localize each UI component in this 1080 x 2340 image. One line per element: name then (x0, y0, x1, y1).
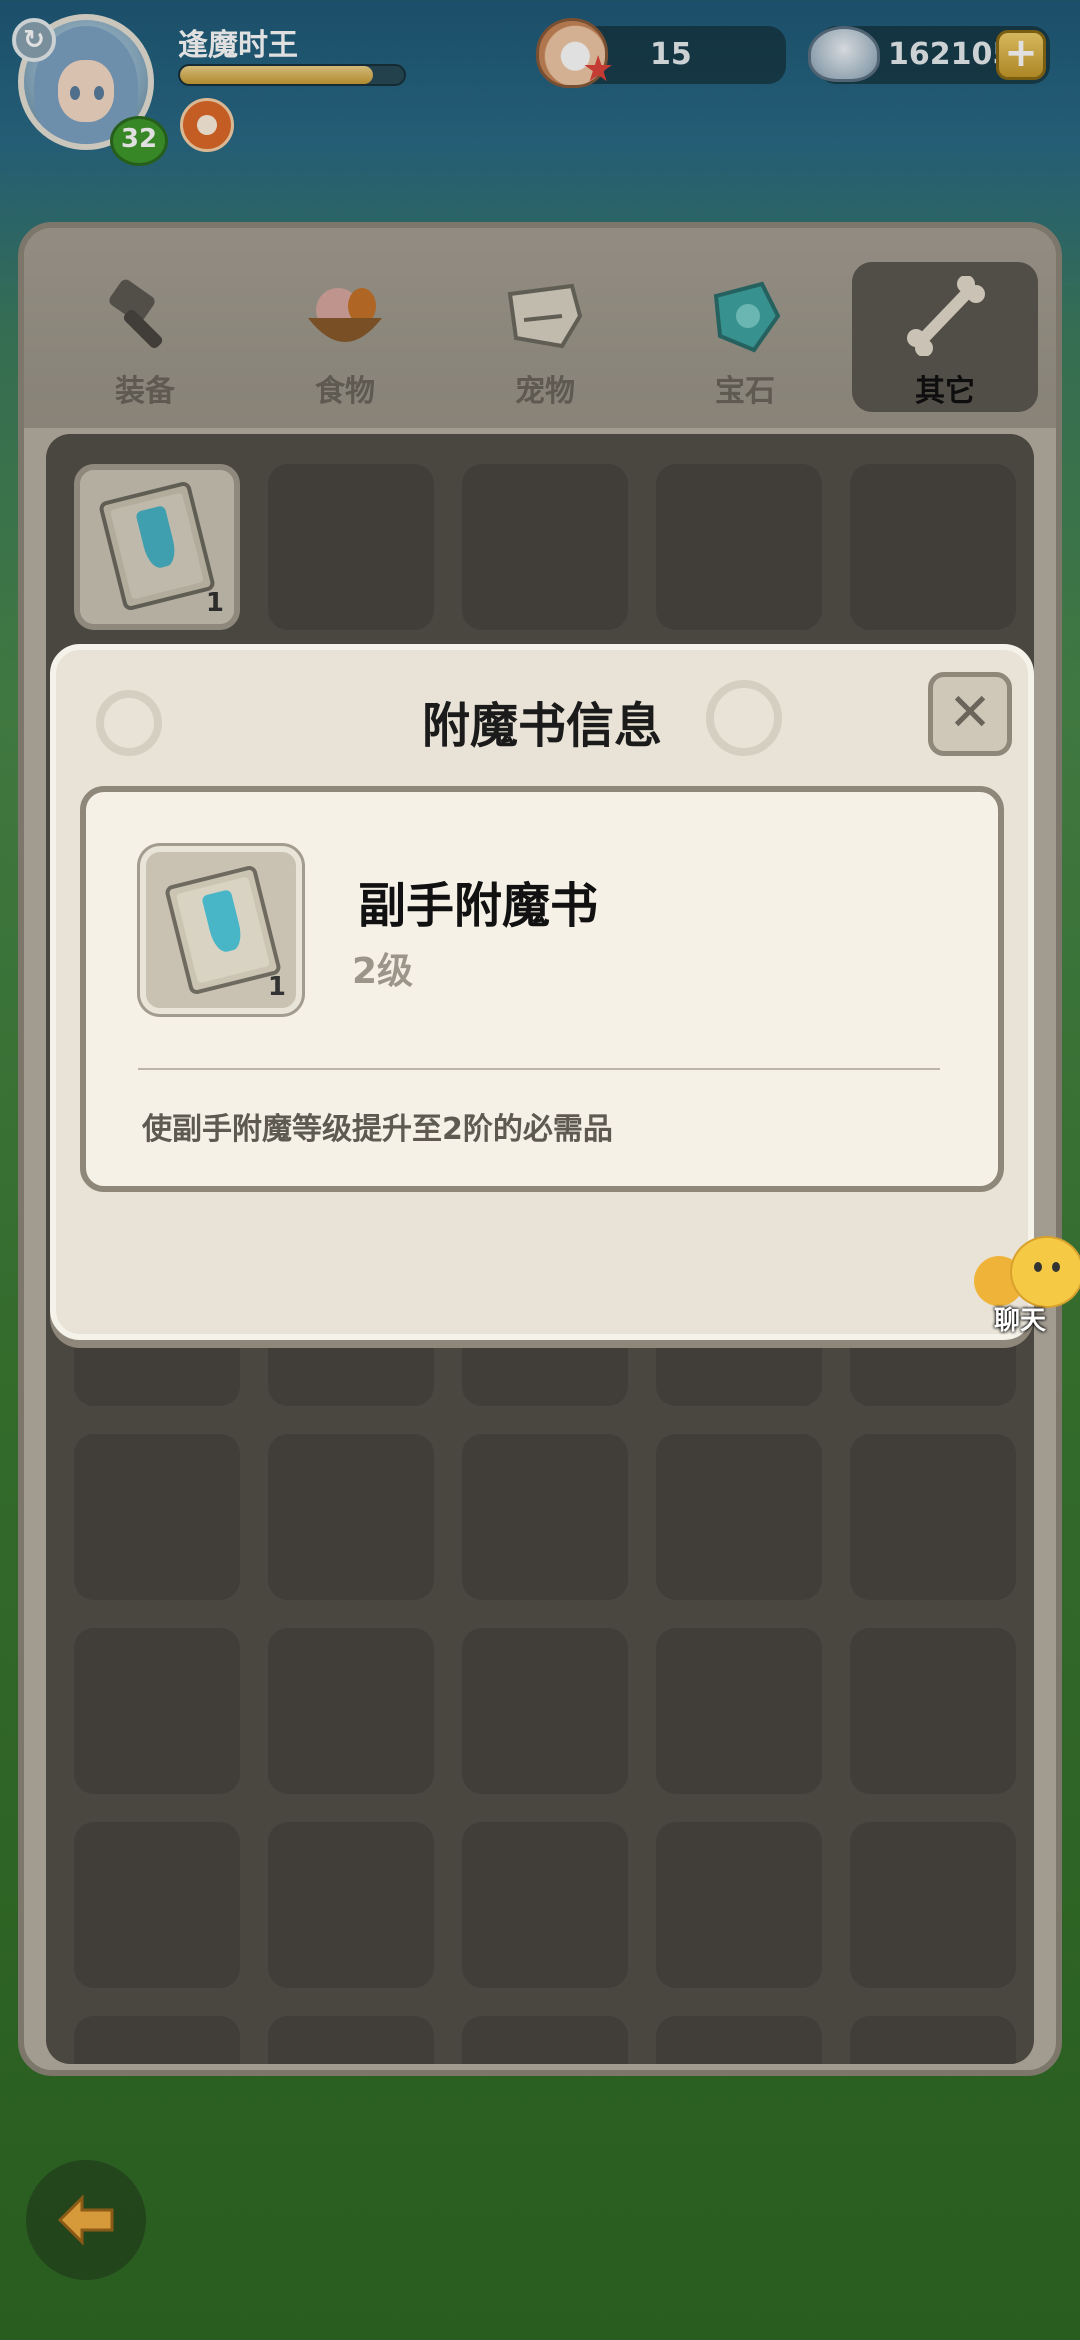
back-button[interactable] (26, 2160, 146, 2280)
close-button[interactable]: ✕ (928, 672, 1012, 756)
back-arrow-icon (57, 2194, 114, 2246)
divider (138, 1068, 940, 1070)
chat-face-icon (1010, 1236, 1080, 1308)
item-preview-slot: 1 (140, 846, 302, 1014)
item-info-dialog: 附魔书信息 ✕ 1 副手附魔书 2级 使副手附魔等级提升至2阶的必需品 (50, 644, 1034, 1340)
chat-label: 聊天 (994, 1306, 1047, 1336)
item-description: 使副手附魔等级提升至2阶的必需品 (142, 1112, 613, 1147)
dialog-title: 附魔书信息 (421, 698, 662, 754)
item-info-card: 1 副手附魔书 2级 使副手附魔等级提升至2阶的必需品 (80, 786, 1004, 1192)
enchant-book-icon (163, 864, 283, 996)
item-quantity: 1 (267, 972, 286, 1002)
item-name: 副手附魔书 (358, 878, 599, 934)
chat-button[interactable]: 聊天 (970, 1236, 1080, 1336)
item-level: 2级 (352, 951, 414, 992)
